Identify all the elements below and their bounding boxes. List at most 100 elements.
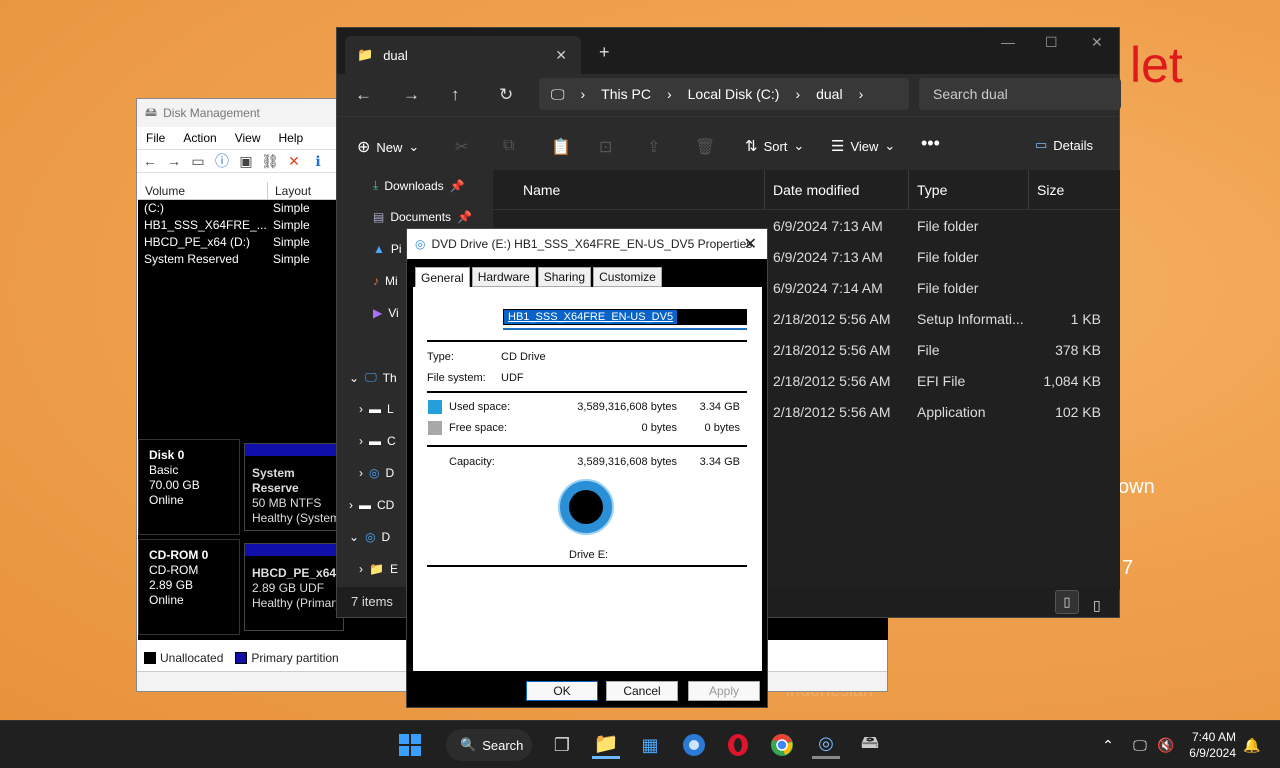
cdrom-0-info[interactable]: CD-ROM 0 CD-ROM 2.89 GB Online <box>138 539 240 635</box>
chevron-down-icon[interactable]: ⌄ <box>349 371 359 385</box>
partition-system-reserved[interactable]: System Reserve 50 MB NTFS Healthy (Syste… <box>244 443 344 531</box>
details-button[interactable]: ▭ Details <box>1035 137 1093 153</box>
paste-icon[interactable]: 📋 <box>551 137 571 157</box>
tab-general[interactable]: General <box>415 267 470 287</box>
breadcrumb[interactable]: 🖵 › This PC › Local Disk (C:) › dual › <box>539 78 909 110</box>
crumb-dual[interactable]: dual <box>816 86 842 102</box>
connect-icon[interactable]: ⛓ <box>261 152 279 170</box>
crumb-this-pc[interactable]: This PC <box>601 86 651 102</box>
forward-arrow-icon[interactable]: → <box>165 152 183 170</box>
chrome-icon[interactable] <box>768 731 796 759</box>
volume-row[interactable]: (C:) Simple <box>138 200 338 217</box>
column-date[interactable]: Date modified <box>765 169 909 210</box>
file-explorer-taskbar-icon[interactable]: 📁 <box>592 731 620 759</box>
nav-this-pc[interactable]: ⌄ 🖵 Th <box>349 370 397 385</box>
maximize-icon[interactable]: ☐ <box>1045 34 1058 51</box>
start-windows-icon[interactable] <box>396 731 424 759</box>
chevron-down-icon[interactable]: ⌄ <box>349 530 359 544</box>
tab-customize[interactable]: Customize <box>593 267 662 287</box>
windows-logo <box>399 734 421 756</box>
search-input[interactable]: Search dual <box>919 78 1121 110</box>
nav-videos[interactable]: ▶ Vi <box>373 306 399 320</box>
chevron-right-icon[interactable]: › <box>359 562 363 576</box>
control-panel-icon[interactable]: ▦ <box>636 731 664 759</box>
taskbar-search-button[interactable]: 🔍 Search <box>446 729 532 761</box>
tab-sharing[interactable]: Sharing <box>537 267 592 287</box>
volume-row[interactable]: HBCD_PE_x64 (D:) Simple <box>138 234 338 251</box>
back-arrow-icon[interactable]: ← <box>141 152 159 170</box>
nav-drive-c[interactable]: › ▬ C <box>359 434 396 448</box>
column-size[interactable]: Size <box>1029 170 1109 210</box>
column-volume[interactable]: Volume <box>138 182 268 199</box>
chevron-right-icon[interactable]: › <box>359 466 363 480</box>
tiles-view-icon[interactable]: ▯ <box>1093 590 1101 620</box>
menu-action[interactable]: Action <box>183 131 216 145</box>
copy-icon[interactable]: ⧉ <box>503 137 514 155</box>
chevron-right-icon[interactable]: › <box>349 498 353 512</box>
volume-muted-icon[interactable]: 🔇 <box>1152 731 1180 759</box>
nav-pictures[interactable]: ▲ Pi <box>373 242 402 256</box>
cut-icon[interactable]: ✂ <box>455 137 468 157</box>
disk-management-taskbar-icon[interactable]: 🖴 <box>856 731 884 759</box>
new-button[interactable]: ⊕ New ⌄ <box>357 137 419 157</box>
menu-view[interactable]: View <box>235 131 261 145</box>
minimize-icon[interactable]: — <box>1001 34 1015 50</box>
volume-row[interactable]: HB1_SSS_X64FRE_... Simple <box>138 217 338 234</box>
opera-icon[interactable] <box>724 731 752 759</box>
nav-cd-drive[interactable]: › ▬ CD <box>349 498 394 512</box>
console-tree-icon[interactable]: ▭ <box>189 152 207 170</box>
help-icon[interactable]: ⓘ <box>213 152 231 170</box>
chevron-right-icon[interactable]: › <box>359 434 363 448</box>
nav-documents[interactable]: ▤ Documents 📌 <box>373 210 472 224</box>
menu-file[interactable]: File <box>146 131 165 145</box>
info-icon[interactable]: ℹ <box>309 152 327 170</box>
notifications-bell-icon[interactable]: 🔔 <box>1238 731 1266 759</box>
column-layout[interactable]: Layout <box>268 182 338 199</box>
delete-icon[interactable]: ✕ <box>285 152 303 170</box>
disk-0-info[interactable]: Disk 0 Basic 70.00 GB Online <box>138 439 240 535</box>
sort-button[interactable]: ⇅ Sort ⌄ <box>745 137 804 155</box>
menu-help[interactable]: Help <box>279 131 304 145</box>
close-dialog-icon[interactable]: ✕ <box>744 234 757 254</box>
column-type[interactable]: Type <box>909 169 1029 210</box>
nav-drive-d[interactable]: › ◎ D <box>359 466 394 480</box>
back-icon[interactable]: ← <box>355 85 372 105</box>
view-button[interactable]: ☰ View ⌄ <box>831 137 895 155</box>
drive-name-field[interactable]: HB1_SSS_X64FRE_EN-US_DV5 <box>503 309 747 325</box>
apply-button[interactable]: Apply <box>688 681 760 701</box>
rename-icon[interactable]: ⊡ <box>599 137 612 157</box>
cancel-button[interactable]: Cancel <box>606 681 678 701</box>
tab-hardware[interactable]: Hardware <box>471 267 536 287</box>
dialog-title-bar[interactable]: ◎ DVD Drive (E:) HB1_SSS_X64FRE_EN-US_DV… <box>407 229 767 259</box>
up-icon[interactable]: ↑ <box>451 85 460 105</box>
close-window-icon[interactable]: ✕ <box>1091 34 1103 51</box>
network-icon[interactable]: 🖵 <box>1126 731 1154 759</box>
ok-button[interactable]: OK <box>526 681 598 701</box>
share-icon[interactable]: ⇪ <box>647 137 660 157</box>
nav-folder-e[interactable]: › 📁 E <box>359 562 398 576</box>
column-name[interactable]: Name <box>493 169 765 210</box>
browser-blue-icon[interactable] <box>680 731 708 759</box>
details-view-icon[interactable]: ▯ <box>1055 590 1079 614</box>
volume-row[interactable]: System Reserved Simple <box>138 251 338 268</box>
chevron-up-icon[interactable]: ⌃ <box>1094 731 1122 759</box>
used-label: Used space: <box>449 401 511 413</box>
close-tab-icon[interactable]: ✕ <box>555 47 567 64</box>
delete-icon[interactable]: 🗑 <box>695 137 715 157</box>
tab-dual[interactable]: 📁 dual ✕ <box>345 36 581 74</box>
nav-downloads[interactable]: ⤓ Downloads 📌 <box>373 178 465 193</box>
nav-music[interactable]: ♪ Mi <box>373 274 398 288</box>
crumb-local-disk[interactable]: Local Disk (C:) <box>688 86 780 102</box>
dvd-app-icon[interactable]: ◎ <box>812 731 840 759</box>
refresh-icon[interactable]: ↻ <box>499 85 513 105</box>
task-view-icon[interactable]: ❐ <box>548 731 576 759</box>
clock[interactable]: 7:40 AM 6/9/2024 <box>1189 729 1236 761</box>
nav-dvd-drive[interactable]: ⌄ ◎ D <box>349 530 390 544</box>
more-icon[interactable]: ••• <box>921 133 940 154</box>
nav-local-disk[interactable]: › ▬ L <box>359 402 394 416</box>
forward-icon[interactable]: → <box>403 85 420 105</box>
new-tab-icon[interactable]: + <box>599 42 610 63</box>
chevron-right-icon[interactable]: › <box>359 402 363 416</box>
properties-icon[interactable]: ▣ <box>237 152 255 170</box>
partition-hbcd[interactable]: HBCD_PE_x64 2.89 GB UDF Healthy (Primary <box>244 543 344 631</box>
